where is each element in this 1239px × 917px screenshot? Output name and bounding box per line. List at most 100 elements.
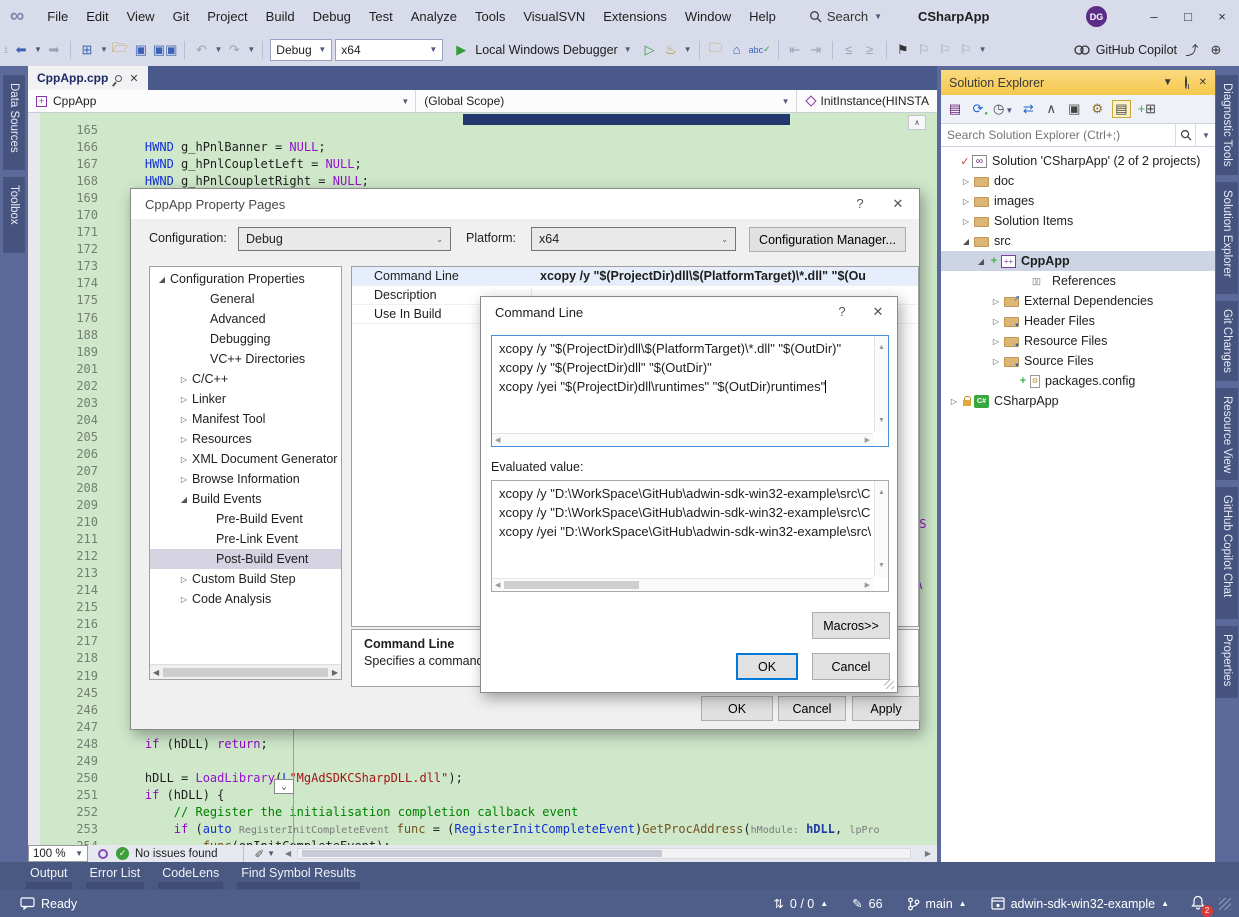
category-post-build-event[interactable]: Post-Build Event: [150, 549, 341, 569]
tree-arrow-icon[interactable]: ▷: [176, 435, 192, 444]
code-health-icon[interactable]: [98, 849, 108, 859]
scroll-left-arrow[interactable]: ◀: [285, 849, 291, 858]
ok-button[interactable]: OK: [736, 653, 798, 680]
category-pre-build-event[interactable]: Pre-Build Event: [150, 509, 341, 529]
menu-git[interactable]: Git: [164, 7, 199, 26]
side-tab-diagnostic-tools[interactable]: Diagnostic Tools: [1216, 75, 1238, 175]
collapse-region-button[interactable]: ⌄: [274, 779, 294, 794]
configuration-dropdown[interactable]: Debug⌄: [238, 227, 451, 251]
horizontal-scrollbar[interactable]: ◀▶: [492, 433, 873, 446]
side-tab-properties[interactable]: Properties: [1216, 626, 1238, 698]
tree-arrow-icon[interactable]: ▷: [176, 375, 192, 384]
tree-item-external-dependencies[interactable]: ▷External Dependencies: [941, 291, 1215, 311]
tree-arrow-icon[interactable]: ▷: [176, 475, 192, 484]
expand-arrow-icon[interactable]: ▷: [959, 177, 973, 186]
expand-arrow-icon[interactable]: ▷: [947, 397, 961, 406]
menu-window[interactable]: Window: [676, 7, 740, 26]
com-outdent-icon[interactable]: ⇤: [786, 39, 804, 61]
new-project-button[interactable]: ⊞: [78, 39, 96, 61]
expand-arrow-icon[interactable]: ▷: [989, 337, 1003, 346]
git-branch[interactable]: main ▲: [895, 897, 979, 911]
hot-reload-button[interactable]: ♨: [662, 39, 680, 61]
tree-arrow-icon[interactable]: ◢: [176, 495, 192, 504]
evaluated-value-box[interactable]: xcopy /y "D:\WorkSpace\GitHub\adwin-sdk-…: [491, 480, 889, 592]
category-configuration-properties[interactable]: ◢Configuration Properties: [150, 269, 341, 289]
category-debugging[interactable]: Debugging: [150, 329, 341, 349]
chevron-down-icon[interactable]: ▼: [100, 45, 108, 54]
undo-button[interactable]: ↶: [192, 39, 210, 61]
tree-arrow-icon[interactable]: ▷: [176, 595, 192, 604]
chevron-down-icon[interactable]: ▼: [979, 45, 987, 54]
show-all-files-icon[interactable]: ▤: [1112, 100, 1130, 118]
help-button[interactable]: ?: [849, 196, 871, 211]
search-control[interactable]: Search ▼: [801, 7, 890, 26]
maximize-button[interactable]: □: [1171, 4, 1205, 30]
expand-arrow-icon[interactable]: ▷: [989, 357, 1003, 366]
code-line[interactable]: 250 hDLL = LoadLibrary(L"MgAdSDKCSharpDL…: [28, 770, 937, 787]
side-tab-resource-view[interactable]: Resource View: [1216, 388, 1238, 480]
code-line[interactable]: 249: [28, 753, 937, 770]
tree-item-header-files[interactable]: ▷Header Files: [941, 311, 1215, 331]
tree-arrow-icon[interactable]: ▷: [176, 575, 192, 584]
open-file-button[interactable]: 🗁: [111, 39, 129, 61]
pending-edits[interactable]: ✎ 66: [840, 896, 894, 911]
apply-button[interactable]: Apply: [852, 696, 920, 721]
menu-tools[interactable]: Tools: [466, 7, 514, 26]
solution-platform-dropdown[interactable]: x64▼: [335, 39, 443, 61]
scrollbar-thumb[interactable]: [302, 850, 662, 857]
minimize-button[interactable]: –: [1137, 4, 1171, 30]
zoom-dropdown[interactable]: 100 % ▼: [28, 845, 88, 862]
tab-cppapp-cpp[interactable]: CppApp.cpp ✕: [28, 66, 148, 90]
search-input[interactable]: [941, 124, 1175, 146]
chevron-down-icon[interactable]: ▼: [267, 849, 275, 858]
vertical-scrollbar[interactable]: ▲▼: [874, 481, 888, 577]
properties-icon[interactable]: ▣: [1066, 101, 1082, 117]
collapse-arrow-icon[interactable]: ◢: [959, 237, 973, 246]
expand-arrow-icon[interactable]: ▷: [989, 317, 1003, 326]
cancel-button[interactable]: Cancel: [778, 696, 846, 721]
code-line[interactable]: 253 if (auto RegisterInitCompleteEvent f…: [28, 821, 937, 838]
code-line[interactable]: 248 if (hDLL) return;: [28, 736, 937, 753]
chevron-down-icon[interactable]: ▼: [684, 45, 692, 54]
expand-arrow-icon[interactable]: ▷: [989, 297, 1003, 306]
resize-grip[interactable]: [884, 679, 894, 689]
clear-bookmarks-button[interactable]: ⚐: [957, 39, 975, 61]
project-dropdown[interactable]: + CppApp ▼: [28, 90, 416, 112]
category-manifest-tool[interactable]: ▷Manifest Tool: [150, 409, 341, 429]
menu-visualsvn[interactable]: VisualSVN: [514, 7, 594, 26]
save-all-button[interactable]: ▣▣: [153, 39, 178, 61]
menu-extensions[interactable]: Extensions: [594, 7, 676, 26]
wrench-icon[interactable]: ⚙: [1089, 101, 1105, 117]
close-button[interactable]: ×: [1205, 4, 1239, 30]
horizontal-scrollbar[interactable]: ◀▶: [492, 578, 873, 591]
scope-dropdown[interactable]: (Global Scope) ▼: [416, 90, 796, 112]
tree-item-doc[interactable]: ▷doc: [941, 171, 1215, 191]
pin-icon[interactable]: [1185, 77, 1187, 88]
tree-horizontal-scrollbar[interactable]: ◀▶: [150, 664, 341, 679]
increase-indent-icon[interactable]: ≥: [861, 39, 879, 61]
tree-item-images[interactable]: ▷images: [941, 191, 1215, 211]
vertical-scrollbar[interactable]: ▲▼: [874, 336, 888, 432]
previous-bookmark-button[interactable]: ⚐: [915, 39, 933, 61]
collapse-arrow-icon[interactable]: ◢: [974, 257, 988, 266]
macros-button[interactable]: Macros>>: [812, 612, 890, 639]
sync-with-active-document-icon[interactable]: ⇄: [1020, 101, 1036, 117]
dialog-title-bar[interactable]: Command Line ? ✕: [481, 297, 897, 327]
switch-views-icon[interactable]: ▤: [947, 101, 963, 117]
configuration-manager-button[interactable]: Configuration Manager...: [749, 227, 906, 252]
notifications-button[interactable]: 2: [1191, 895, 1205, 913]
github-copilot-button[interactable]: GitHub Copilot ⤴ ⊕: [1074, 39, 1225, 61]
navigate-back-button[interactable]: ⬅: [12, 39, 30, 61]
tree-item-packages-config[interactable]: +⚙packages.config: [941, 371, 1215, 391]
side-tab-git-changes[interactable]: Git Changes: [1216, 301, 1238, 381]
tree-item-solution-items[interactable]: ▷Solution Items: [941, 211, 1215, 231]
ok-button[interactable]: OK: [701, 696, 773, 721]
issues-status[interactable]: No issues found: [135, 848, 217, 860]
category-browse-information[interactable]: ▷Browse Information: [150, 469, 341, 489]
find-in-files-button[interactable]: 🗀: [707, 39, 725, 61]
window-position-icon[interactable]: ▼: [1163, 77, 1173, 88]
pin-icon[interactable]: [114, 73, 124, 83]
horizontal-scrollbar[interactable]: [297, 848, 911, 859]
member-dropdown[interactable]: InitInstance(HINSTA: [797, 90, 937, 112]
scroll-right-arrow[interactable]: ▶: [925, 849, 931, 858]
